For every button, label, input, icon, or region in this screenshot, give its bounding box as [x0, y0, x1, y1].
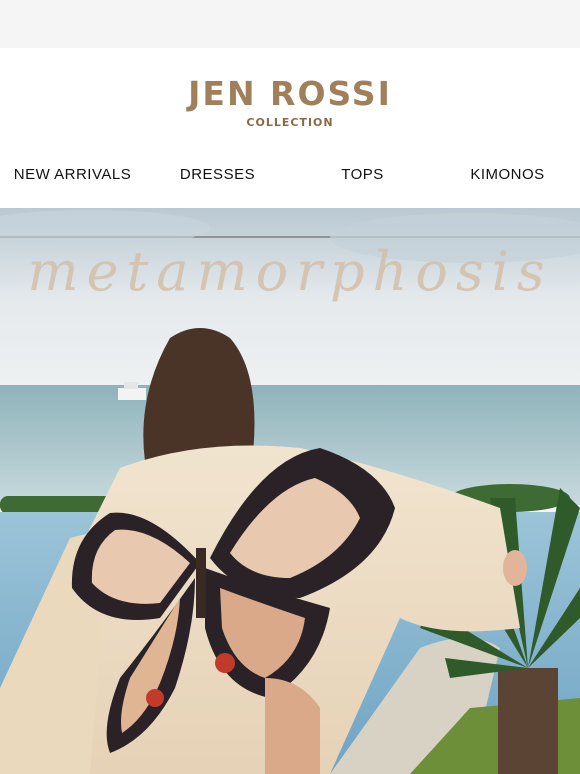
nav-dresses[interactable]: DRESSES [145, 166, 290, 183]
brand-subtitle: COLLECTION [246, 116, 334, 129]
email-page: JEN ROSSI COLLECTION NEW ARRIVALS DRESSE… [0, 0, 580, 774]
hero-title: metamorphosis [27, 240, 553, 303]
nav-tops[interactable]: TOPS [290, 166, 435, 183]
brand-logo[interactable]: JEN ROSSI COLLECTION [0, 74, 580, 130]
header: JEN ROSSI COLLECTION NEW ARRIVALS DRESSE… [0, 48, 580, 208]
nav-kimonos[interactable]: KIMONOS [435, 166, 580, 183]
brand-name: JEN ROSSI [188, 74, 392, 113]
main-nav: NEW ARRIVALS DRESSES TOPS KIMONOS [0, 166, 580, 188]
nav-new-arrivals[interactable]: NEW ARRIVALS [0, 166, 145, 183]
top-strip [0, 0, 580, 48]
hero-banner[interactable]: metamorphosis [0, 208, 580, 774]
